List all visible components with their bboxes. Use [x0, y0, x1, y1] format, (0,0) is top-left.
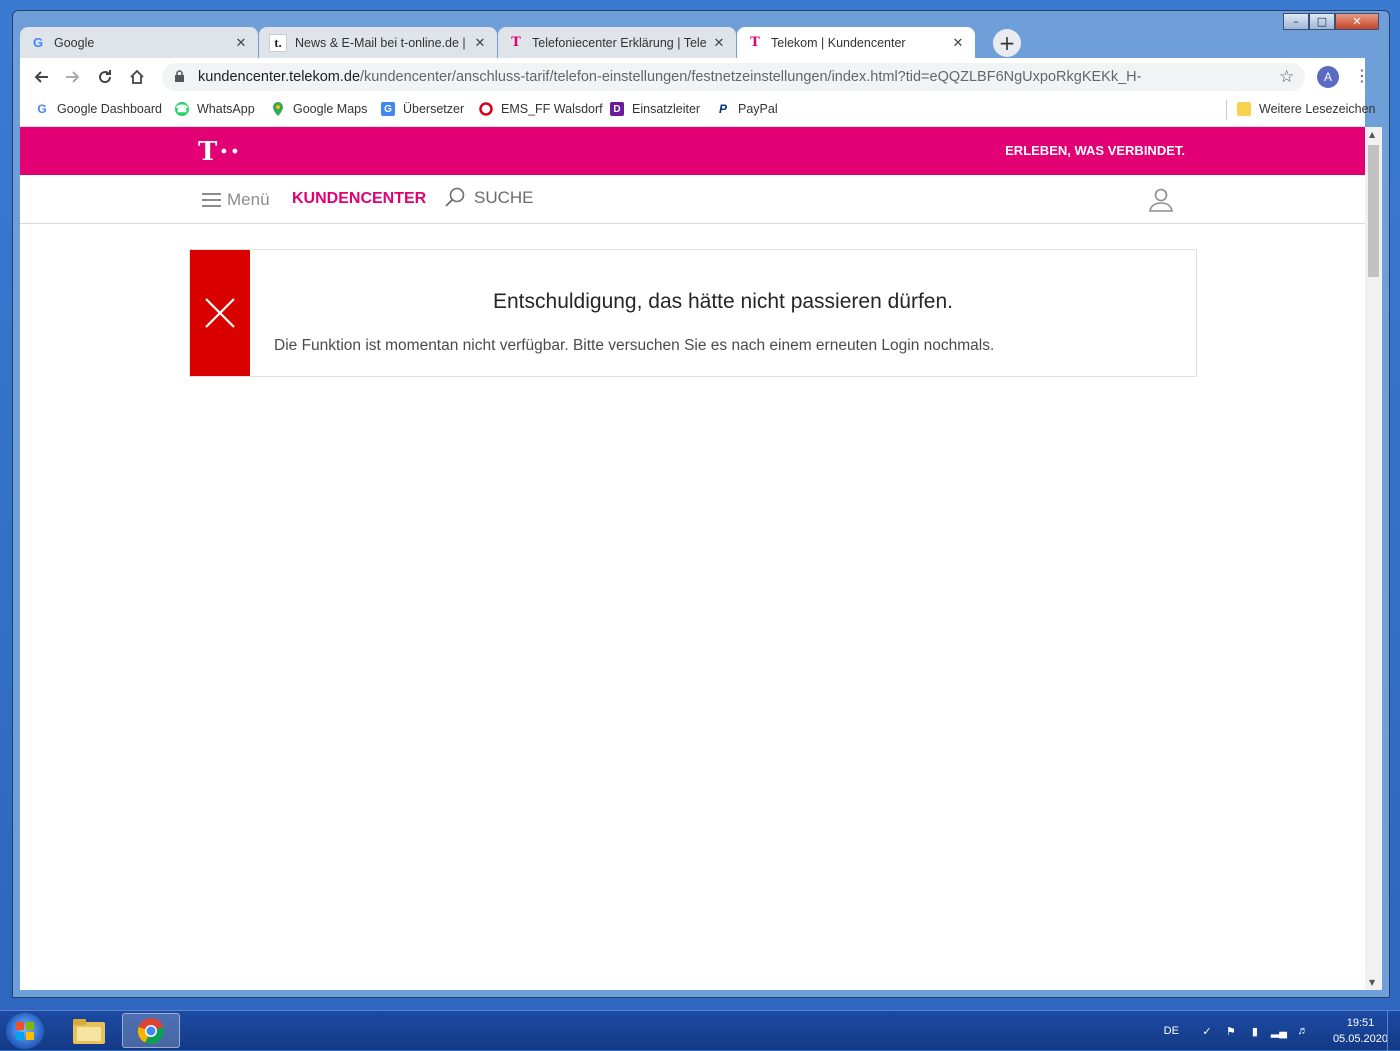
new-tab-button[interactable]: + [993, 29, 1021, 57]
telekom-icon: T [511, 35, 521, 50]
tab-kundencenter[interactable]: T Telekom | Kundencenter ✕ [737, 27, 975, 58]
scroll-down-arrow-icon[interactable]: ▼ [1369, 978, 1375, 987]
forward-arrow-icon[interactable] [62, 66, 84, 88]
bookmark-label: Übersetzer [403, 102, 465, 116]
bookmark-label: Google Dashboard [57, 102, 162, 116]
bookmark-star-icon[interactable]: ☆ [1279, 67, 1294, 87]
clock-date: 05.05.2020 [1332, 1033, 1388, 1045]
url-host: kundencenter.telekom.de [198, 69, 361, 85]
bookmark-label: Google Maps [293, 102, 368, 116]
tab-google[interactable]: G Google ✕ [20, 27, 258, 58]
ems-logo-icon [479, 102, 493, 116]
scroll-thumb[interactable] [1368, 145, 1379, 277]
bookmark-google-maps[interactable]: Google Maps [271, 102, 367, 116]
tab-telefoniecenter[interactable]: T Telefoniecenter Erklärung | Telek ✕ [498, 27, 736, 58]
tab-title: Telekom | Kundencenter [771, 35, 906, 50]
close-tab-icon[interactable]: ✕ [951, 35, 965, 51]
action-center-flag-icon[interactable]: ⚑ [1223, 1024, 1239, 1038]
bookmarks-bar: G Google Dashboard ☎ WhatsApp Google Map… [20, 96, 1376, 127]
close-tab-icon[interactable]: ✕ [712, 35, 726, 51]
error-x-icon [205, 298, 235, 328]
close-tab-icon[interactable]: ✕ [234, 35, 248, 51]
url-path: /kundencenter/anschluss-tarif/telefon-ei… [360, 69, 1142, 85]
windows-taskbar: DE ✓ ⚑ ▮ ▂▄ ♬ 19:51 05.05.2020 [0, 1010, 1400, 1051]
bookmark-label: WhatsApp [197, 102, 255, 116]
windows-logo-icon [16, 1022, 34, 1040]
telekom-header-bar: T·· ERLEBEN, WAS VERBINDET. [20, 127, 1365, 175]
lock-icon [174, 70, 186, 84]
search-button[interactable]: SUCHE [444, 187, 534, 209]
volume-icon[interactable]: ♬ [1295, 1024, 1311, 1038]
network-signal-icon[interactable]: ▂▄ [1271, 1024, 1287, 1038]
page-scrollbar[interactable]: ▲ ▼ [1365, 127, 1382, 990]
google-icon: G [32, 35, 44, 50]
home-icon[interactable] [126, 66, 148, 88]
chrome-icon [137, 1017, 165, 1044]
tab-t-online[interactable]: t. News & E-Mail bei t-online.de | P ✕ [259, 27, 497, 58]
tab-title: Google [54, 35, 95, 50]
einsatzleiter-icon: D [610, 102, 624, 116]
kundencenter-link[interactable]: KUNDENCENTER [292, 190, 426, 208]
paypal-icon: P [718, 102, 727, 116]
clock[interactable]: 19:51 05.05.2020 [1333, 1015, 1388, 1047]
menu-kebab-icon[interactable]: ⋮ [1354, 66, 1370, 85]
search-label: SUCHE [474, 188, 534, 207]
user-icon[interactable] [1148, 187, 1174, 217]
tab-strip: G Google ✕ t. News & E-Mail bei t-online… [20, 25, 1365, 58]
bookmark-whatsapp[interactable]: ☎ WhatsApp [175, 102, 255, 116]
start-button[interactable] [6, 1013, 44, 1049]
menu-label: Menü [227, 190, 270, 209]
telekom-logo[interactable]: T·· [198, 137, 241, 167]
power-icon[interactable]: ▮ [1247, 1024, 1263, 1038]
bookmark-google-dashboard[interactable]: G Google Dashboard [35, 102, 162, 116]
search-icon [445, 187, 465, 207]
error-title: Entschuldigung, das hätte nicht passiere… [493, 290, 953, 313]
error-message-box: Entschuldigung, das hätte nicht passiere… [189, 249, 1197, 377]
security-shield-icon[interactable]: ✓ [1199, 1024, 1215, 1038]
scroll-up-arrow-icon[interactable]: ▲ [1369, 130, 1375, 139]
telekom-slogan: ERLEBEN, WAS VERBINDET. [1005, 143, 1185, 158]
bookmarks-separator [1226, 100, 1227, 120]
bookmark-ems-ff-walsdorf[interactable]: EMS_FF Walsdorf [479, 102, 603, 116]
taskbar-chrome[interactable] [122, 1013, 180, 1048]
bookmark-label: PayPal [738, 102, 778, 116]
bookmark-label: Weitere Lesezeichen [1259, 102, 1376, 116]
menu-button[interactable]: Menü [202, 189, 270, 211]
page-content: T·· ERLEBEN, WAS VERBINDET. Menü KUNDENC… [20, 127, 1365, 990]
browser-toolbar: kundencenter.telekom.de/kundencenter/ans… [20, 58, 1370, 96]
system-tray: DE ✓ ⚑ ▮ ▂▄ ♬ 19:51 05.05.2020 [1164, 1015, 1388, 1047]
back-arrow-icon[interactable] [30, 66, 52, 88]
bookmark-uebersetzer[interactable]: G Übersetzer [381, 102, 464, 116]
map-pin-icon [271, 102, 285, 116]
language-indicator[interactable]: DE [1164, 1025, 1179, 1037]
telekom-icon: T [750, 35, 760, 50]
hamburger-icon [202, 189, 221, 211]
clock-time: 19:51 [1346, 1017, 1375, 1029]
other-bookmarks[interactable]: Weitere Lesezeichen [1237, 102, 1376, 116]
error-indicator [190, 250, 250, 376]
error-description: Die Funktion ist momentan nicht verfügba… [274, 337, 995, 354]
profile-avatar[interactable]: A [1317, 66, 1339, 88]
taskbar-explorer[interactable] [60, 1013, 118, 1048]
bookmark-label: Einsatzleiter [632, 102, 701, 116]
show-desktop-button[interactable] [1387, 1011, 1400, 1051]
translate-icon: G [381, 102, 395, 116]
site-navigation: Menü KUNDENCENTER SUCHE [20, 175, 1365, 224]
folder-icon [1237, 102, 1251, 116]
bookmark-paypal[interactable]: P PayPal [716, 102, 778, 116]
reload-icon[interactable] [94, 66, 116, 88]
whatsapp-icon: ☎ [175, 102, 189, 116]
google-icon: G [37, 102, 47, 116]
close-tab-icon[interactable]: ✕ [473, 35, 487, 51]
bookmark-label: EMS_FF Walsdorf [501, 102, 603, 116]
bookmark-einsatzleiter[interactable]: D Einsatzleiter [610, 102, 700, 116]
address-bar[interactable]: kundencenter.telekom.de/kundencenter/ans… [162, 63, 1305, 91]
folder-icon [73, 1018, 105, 1044]
tab-title: Telefoniecenter Erklärung | Telek [532, 35, 706, 50]
t-online-icon: t. [269, 33, 287, 52]
tab-title: News & E-Mail bei t-online.de | P [295, 35, 467, 50]
